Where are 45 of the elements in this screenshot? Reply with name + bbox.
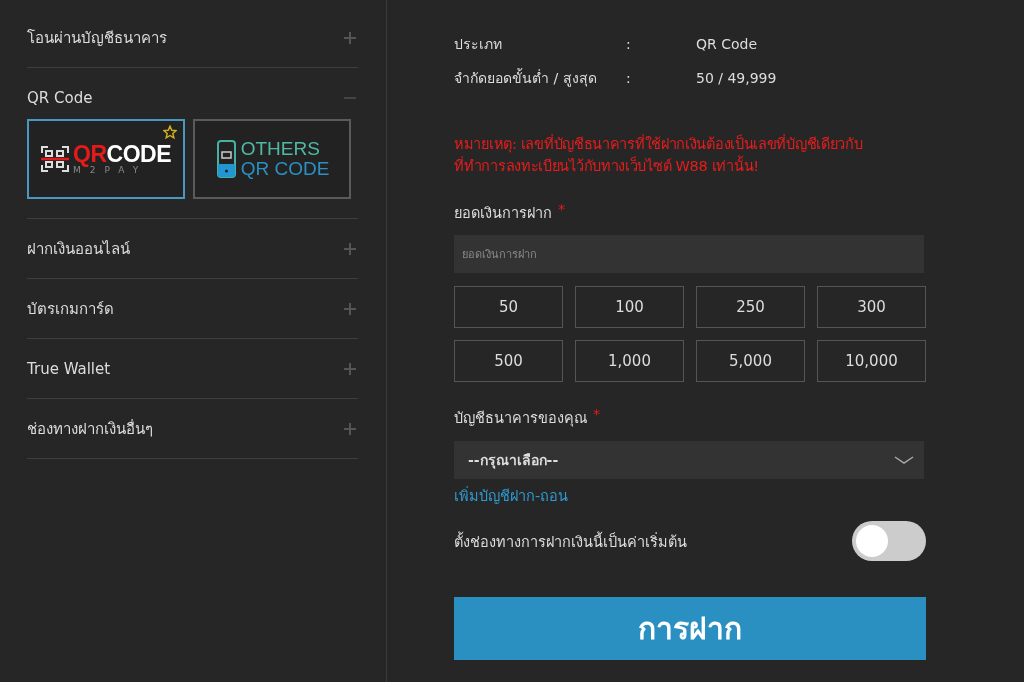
logo-text: QRCODE — [73, 143, 171, 165]
info-label: ประเภท — [454, 35, 503, 54]
payment-option-tile[interactable]: QRCODE M2PAY — [27, 119, 185, 199]
amount-input-field[interactable]: ยอดเงินการฝาก — [454, 235, 924, 273]
amount-preset-button[interactable]: 500 — [454, 340, 563, 382]
required-mark: * — [558, 201, 566, 219]
info-label: จำกัดยอดขั้นต่ำ / สูงสุด — [454, 67, 598, 89]
warning-note: หมายเหตุ: เลขที่บัญชีธนาคารที่ใช้ฝากเงินต้องเป็นเลขที่บัญชีเดียวกับที่ทำการลงทะเบียนไว้กับทางเว็บไซต์ W88 เท่านั้น! — [454, 133, 864, 176]
logo-text: QR CODE — [240, 159, 330, 179]
amount-preset-button[interactable]: 10,000 — [817, 340, 926, 382]
toggle-switch[interactable] — [852, 521, 926, 561]
scan-frame-icon — [41, 146, 69, 172]
info-value: QR Code — [696, 36, 758, 52]
amount-preset-button[interactable]: 100 — [575, 286, 684, 328]
toggle-label: ตั้งช่องทางการฝากเงินนี้เป็นค่าเริ่มต้น — [454, 530, 687, 552]
accordion-item[interactable]: True Wallet — [27, 359, 111, 378]
accordion-item[interactable]: QR Code — [27, 88, 93, 107]
amount-preset-button[interactable]: 1,000 — [575, 340, 684, 382]
deposit-button[interactable]: การฝาก — [454, 597, 926, 660]
accordion-item[interactable]: โอนผ่านบัญชีธนาคาร — [27, 25, 167, 50]
amount-preset-button[interactable]: 50 — [454, 286, 563, 328]
amount-preset-button[interactable]: 5,000 — [696, 340, 805, 382]
add-account-link[interactable]: เพิ่มบัญชีฝาก-ถอน — [454, 484, 569, 507]
expand-icon[interactable] — [344, 31, 356, 44]
accordion-item[interactable]: ช่องทางฝากเงินอื่นๆ — [27, 416, 153, 441]
info-separator: : — [626, 70, 632, 86]
expand-icon[interactable] — [344, 302, 356, 315]
expand-icon[interactable] — [344, 362, 356, 375]
amount-preset-button[interactable]: 250 — [696, 286, 805, 328]
amount-preset-button[interactable]: 300 — [817, 286, 926, 328]
required-mark: * — [593, 406, 601, 424]
chevron-down-icon — [894, 456, 914, 464]
info-value: 50 / 49,999 — [696, 70, 777, 86]
logo-text: OTHERS — [240, 139, 321, 159]
field-label: บัญชีธนาคารของคุณ — [454, 409, 587, 429]
info-separator: : — [626, 36, 632, 52]
accordion-item[interactable]: บัตรเกมการ์ด — [27, 296, 114, 321]
expand-icon[interactable] — [344, 422, 356, 435]
field-label: ยอดเงินการฝาก — [454, 204, 552, 223]
bank-account-dropdown[interactable]: --กรุณาเลือก-- — [454, 441, 924, 479]
logo-subtext: M2PAY — [73, 165, 148, 175]
phone-icon — [214, 140, 237, 178]
payment-option-tile[interactable]: OTHERS QR CODE — [193, 119, 351, 199]
expand-icon[interactable] — [344, 242, 356, 255]
accordion-item[interactable]: ฝากเงินออนไลน์ — [27, 236, 130, 261]
